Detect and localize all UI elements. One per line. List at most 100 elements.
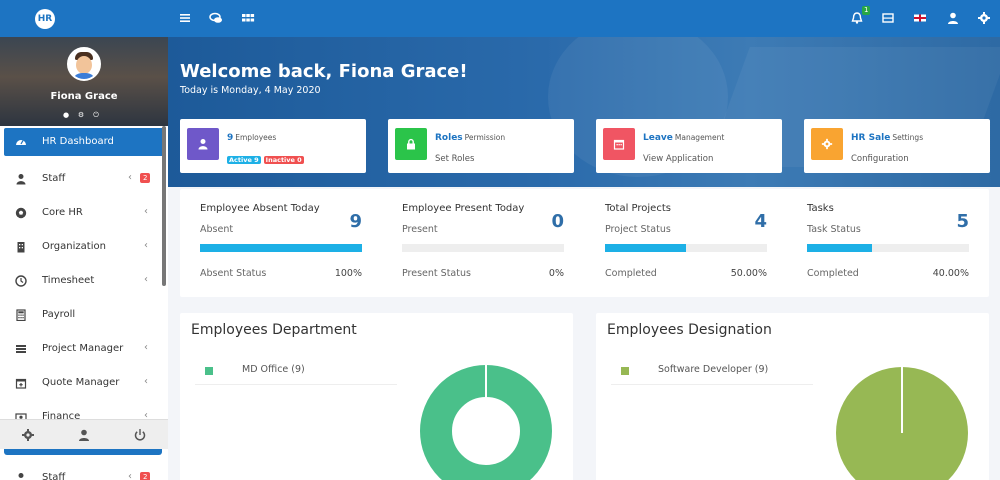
card-title: Leave Management [643,133,725,143]
calendar-icon [603,128,635,160]
sidebar-item-staff[interactable]: Staff ‹ 2 [0,162,168,196]
layout-icon[interactable] [881,11,895,25]
dashboard-icon [16,140,26,145]
power-icon[interactable]: ⏻ [92,111,100,119]
sidebar-item-label: Core HR [42,207,83,218]
chevron-left-icon: ‹ [144,342,148,353]
stat-title: Employee Absent Today [200,203,320,214]
sidebar-item-hr-dashboard[interactable]: HR Dashboard [4,128,164,156]
app-logo[interactable]: HR [35,9,55,29]
progress-bar [807,244,969,252]
apps-grid-icon[interactable] [241,11,255,25]
stat-title: Tasks [807,203,834,214]
sidebar-item-payroll[interactable]: Payroll [0,298,168,332]
stat-value: 4 [754,211,767,232]
designation-pie-chart[interactable] [832,363,972,480]
stat-footer: Completed [605,268,657,279]
uk-flag-icon[interactable] [913,11,927,25]
department-doughnut-chart[interactable] [418,363,554,480]
sidebar-scrollbar[interactable] [162,126,166,286]
stat-percent: 40.00% [932,268,969,279]
stat-percent: 50.00% [730,268,767,279]
leave-card[interactable]: Leave Management View Application [596,119,782,173]
hr-sale-card[interactable]: HR Sale Settings Configuration [804,119,990,173]
gear-icon[interactable] [977,11,991,25]
sidebar-item-label: Payroll [42,309,76,320]
count-badge: 2 [140,472,151,480]
sidebar-item-label: Quote Manager [42,377,120,388]
menu-icon[interactable] [178,11,192,25]
stat-footer: Absent Status [200,268,267,279]
gear-icon[interactable]: ⚙ [77,111,85,119]
user-icon[interactable] [946,11,960,25]
user-icon [187,128,219,160]
legend-label: MD Office (9) [242,364,305,375]
power-icon[interactable] [133,428,147,442]
soccer-icon [15,207,27,219]
stat-tasks: Tasks 5 Task Status Completed 40.00% [807,189,969,297]
today-date: Today is Monday, 4 May 2020 [180,85,321,96]
card-title: Roles Permission [435,133,506,143]
chevron-left-icon: ‹ [144,240,148,251]
sidebar-item-staff-overflow[interactable]: Staff ‹ 2 [0,461,168,480]
legend-item[interactable]: MD Office (9) [195,363,397,385]
user-icon[interactable]: ● [62,111,70,119]
sidebar-item-organization[interactable]: Organization ‹ [0,230,168,264]
sidebar-item-label: Project Manager [42,343,124,354]
legend-swatch [621,367,629,375]
stat-subtitle: Present [402,224,438,235]
gear-icon [811,128,843,160]
sidebar-item-core-hr[interactable]: Core HR ‹ [0,196,168,230]
stat-projects: Total Projects 4 Project Status Complete… [605,189,767,297]
clock-icon [15,275,27,287]
user-icon[interactable] [77,428,91,442]
stat-title: Total Projects [605,203,671,214]
sidebar-item-label: Organization [42,241,106,252]
tasks-icon [16,345,26,353]
stat-percent: 100% [334,268,362,279]
stat-percent: 0% [548,268,564,279]
stat-title: Employee Present Today [402,203,525,214]
welcome-heading: Welcome back, Fiona Grace! [180,61,468,82]
chevron-left-icon: ‹ [128,172,132,183]
progress-bar [200,244,362,252]
gear-icon[interactable] [21,428,35,442]
sidebar-item-project-manager[interactable]: Project Manager ‹ [0,332,168,366]
sidebar-footer [0,419,168,449]
welcome-banner: Welcome back, Fiona Grace! Today is Mond… [168,37,1000,187]
building-icon [17,242,25,253]
sidebar-item-label: Staff [42,173,66,184]
stat-absent: Employee Absent Today 9 Absent Absent St… [200,189,362,297]
stat-footer: Present Status [402,268,471,279]
roles-card[interactable]: Roles Permission Set Roles [388,119,574,173]
sidebar-item-timesheet[interactable]: Timesheet ‹ [0,264,168,298]
sidebar-item-label: Staff [42,472,66,480]
notification-badge: 1 [862,6,871,15]
sidebar-item-quote-manager[interactable]: Quote Manager ‹ [0,366,168,400]
stat-value: 0 [551,211,564,232]
card-title: HR Sale Settings [851,133,924,143]
user-icon [18,473,24,478]
stat-value: 9 [349,211,362,232]
chevron-left-icon: ‹ [144,206,148,217]
count-badge: 2 [140,173,151,183]
chevron-left-icon: ‹ [128,471,132,480]
chevron-left-icon: ‹ [144,274,148,285]
chat-icon[interactable] [209,11,223,25]
card-link[interactable]: Set Roles [435,154,474,164]
stat-present: Employee Present Today 0 Present Present… [402,189,564,297]
panel-title: Employees Department [191,322,357,338]
panel-title: Employees Designation [607,322,772,338]
card-link[interactable]: View Application [643,154,713,164]
avatar[interactable] [67,47,101,81]
calculator-icon [16,309,26,321]
stat-subtitle: Project Status [605,224,671,235]
card-title: 9 Employees [227,133,277,143]
profile-name: Fiona Grace [50,91,118,102]
card-link[interactable]: Configuration [851,154,909,164]
active-item-strip [4,449,162,455]
legend-item[interactable]: Software Developer (9) [611,363,813,385]
stat-value: 5 [956,211,969,232]
employees-card[interactable]: 9 Employees Active 9 Inactive 0 [180,119,366,173]
stat-footer: Completed [807,268,859,279]
